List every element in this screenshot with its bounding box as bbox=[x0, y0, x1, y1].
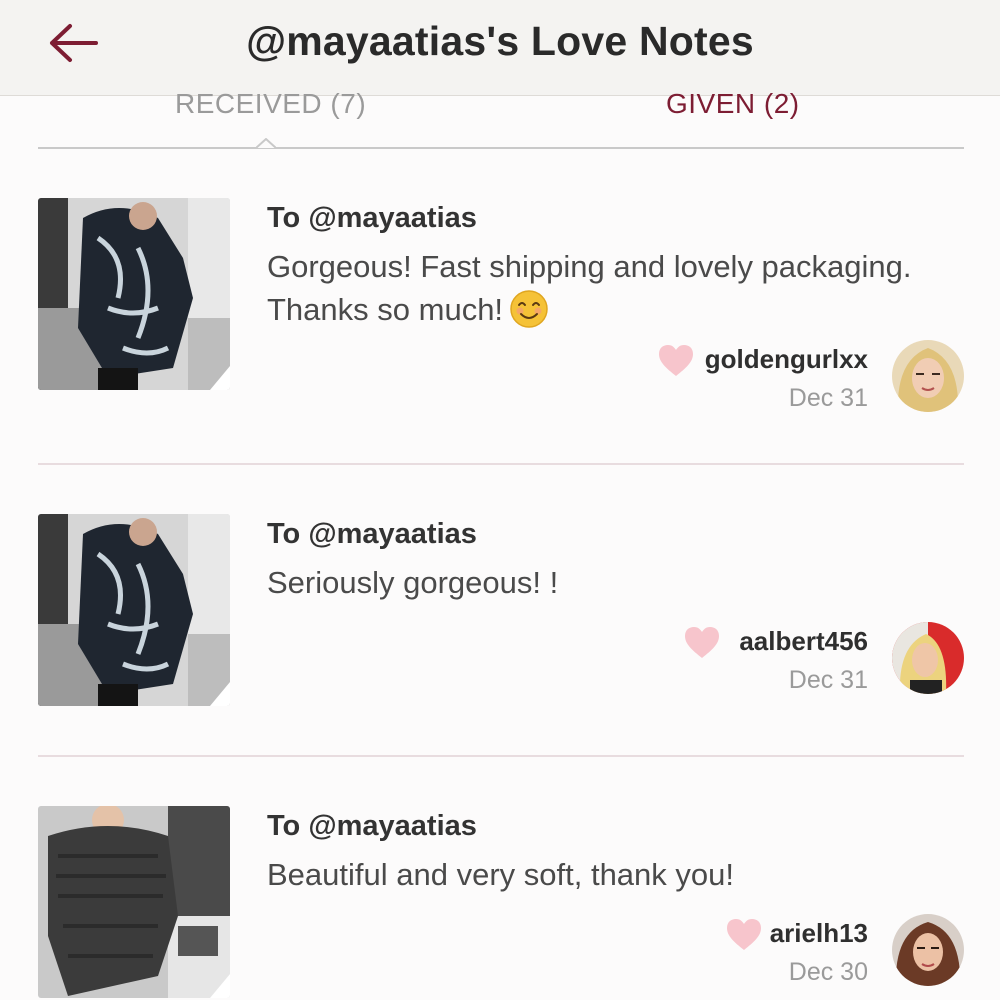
smiling-face-icon bbox=[509, 289, 549, 340]
active-tab-caret-icon bbox=[256, 138, 276, 149]
note-message: Beautiful and very soft, thank you! bbox=[267, 857, 734, 892]
listing-thumbnail[interactable] bbox=[38, 806, 230, 998]
author-username[interactable]: aalbert456 bbox=[739, 626, 868, 657]
listing-thumbnail[interactable] bbox=[38, 514, 230, 706]
tab-received[interactable]: RECEIVED (7) bbox=[175, 88, 366, 120]
note-message: Seriously gorgeous! ! bbox=[267, 565, 559, 600]
note-date: Dec 30 bbox=[788, 958, 868, 986]
heart-icon bbox=[659, 345, 693, 376]
heart-icon bbox=[727, 919, 761, 950]
avatar[interactable] bbox=[892, 914, 964, 986]
author-username[interactable]: goldengurlxx bbox=[705, 344, 868, 375]
note-date: Dec 31 bbox=[788, 384, 868, 412]
note-message: Gorgeous! Fast shipping and lovely packa… bbox=[267, 245, 967, 340]
note-date: Dec 31 bbox=[788, 666, 868, 694]
love-note-item: To @mayaatias Beautiful and very soft, t… bbox=[38, 806, 964, 1000]
note-recipient: To @mayaatias bbox=[267, 202, 477, 234]
love-note-item: To @mayaatias Seriously gorgeous! ! aalb… bbox=[38, 514, 964, 724]
note-author: aalbert456 Dec 31 bbox=[604, 622, 964, 702]
avatar[interactable] bbox=[892, 622, 964, 694]
heart-icon bbox=[685, 627, 719, 658]
page-title: @mayaatias's Love Notes bbox=[246, 18, 754, 64]
note-message-text: Gorgeous! Fast shipping and lovely packa… bbox=[267, 249, 912, 327]
love-note-item: To @mayaatias Gorgeous! Fast shipping an… bbox=[38, 198, 964, 428]
listing-thumbnail[interactable] bbox=[38, 198, 230, 390]
note-recipient: To @mayaatias bbox=[267, 810, 477, 842]
note-recipient: To @mayaatias bbox=[267, 518, 477, 550]
tab-given[interactable]: GIVEN (2) bbox=[666, 88, 800, 120]
note-author: goldengurlxx Dec 31 bbox=[604, 340, 964, 420]
tab-underline bbox=[38, 147, 964, 149]
note-author: arielh13 Dec 30 bbox=[604, 914, 964, 994]
note-divider bbox=[38, 755, 964, 757]
author-username[interactable]: arielh13 bbox=[770, 918, 868, 949]
avatar[interactable] bbox=[892, 340, 964, 412]
note-divider bbox=[38, 463, 964, 465]
tab-bar: RECEIVED (7) GIVEN (2) bbox=[38, 82, 964, 152]
